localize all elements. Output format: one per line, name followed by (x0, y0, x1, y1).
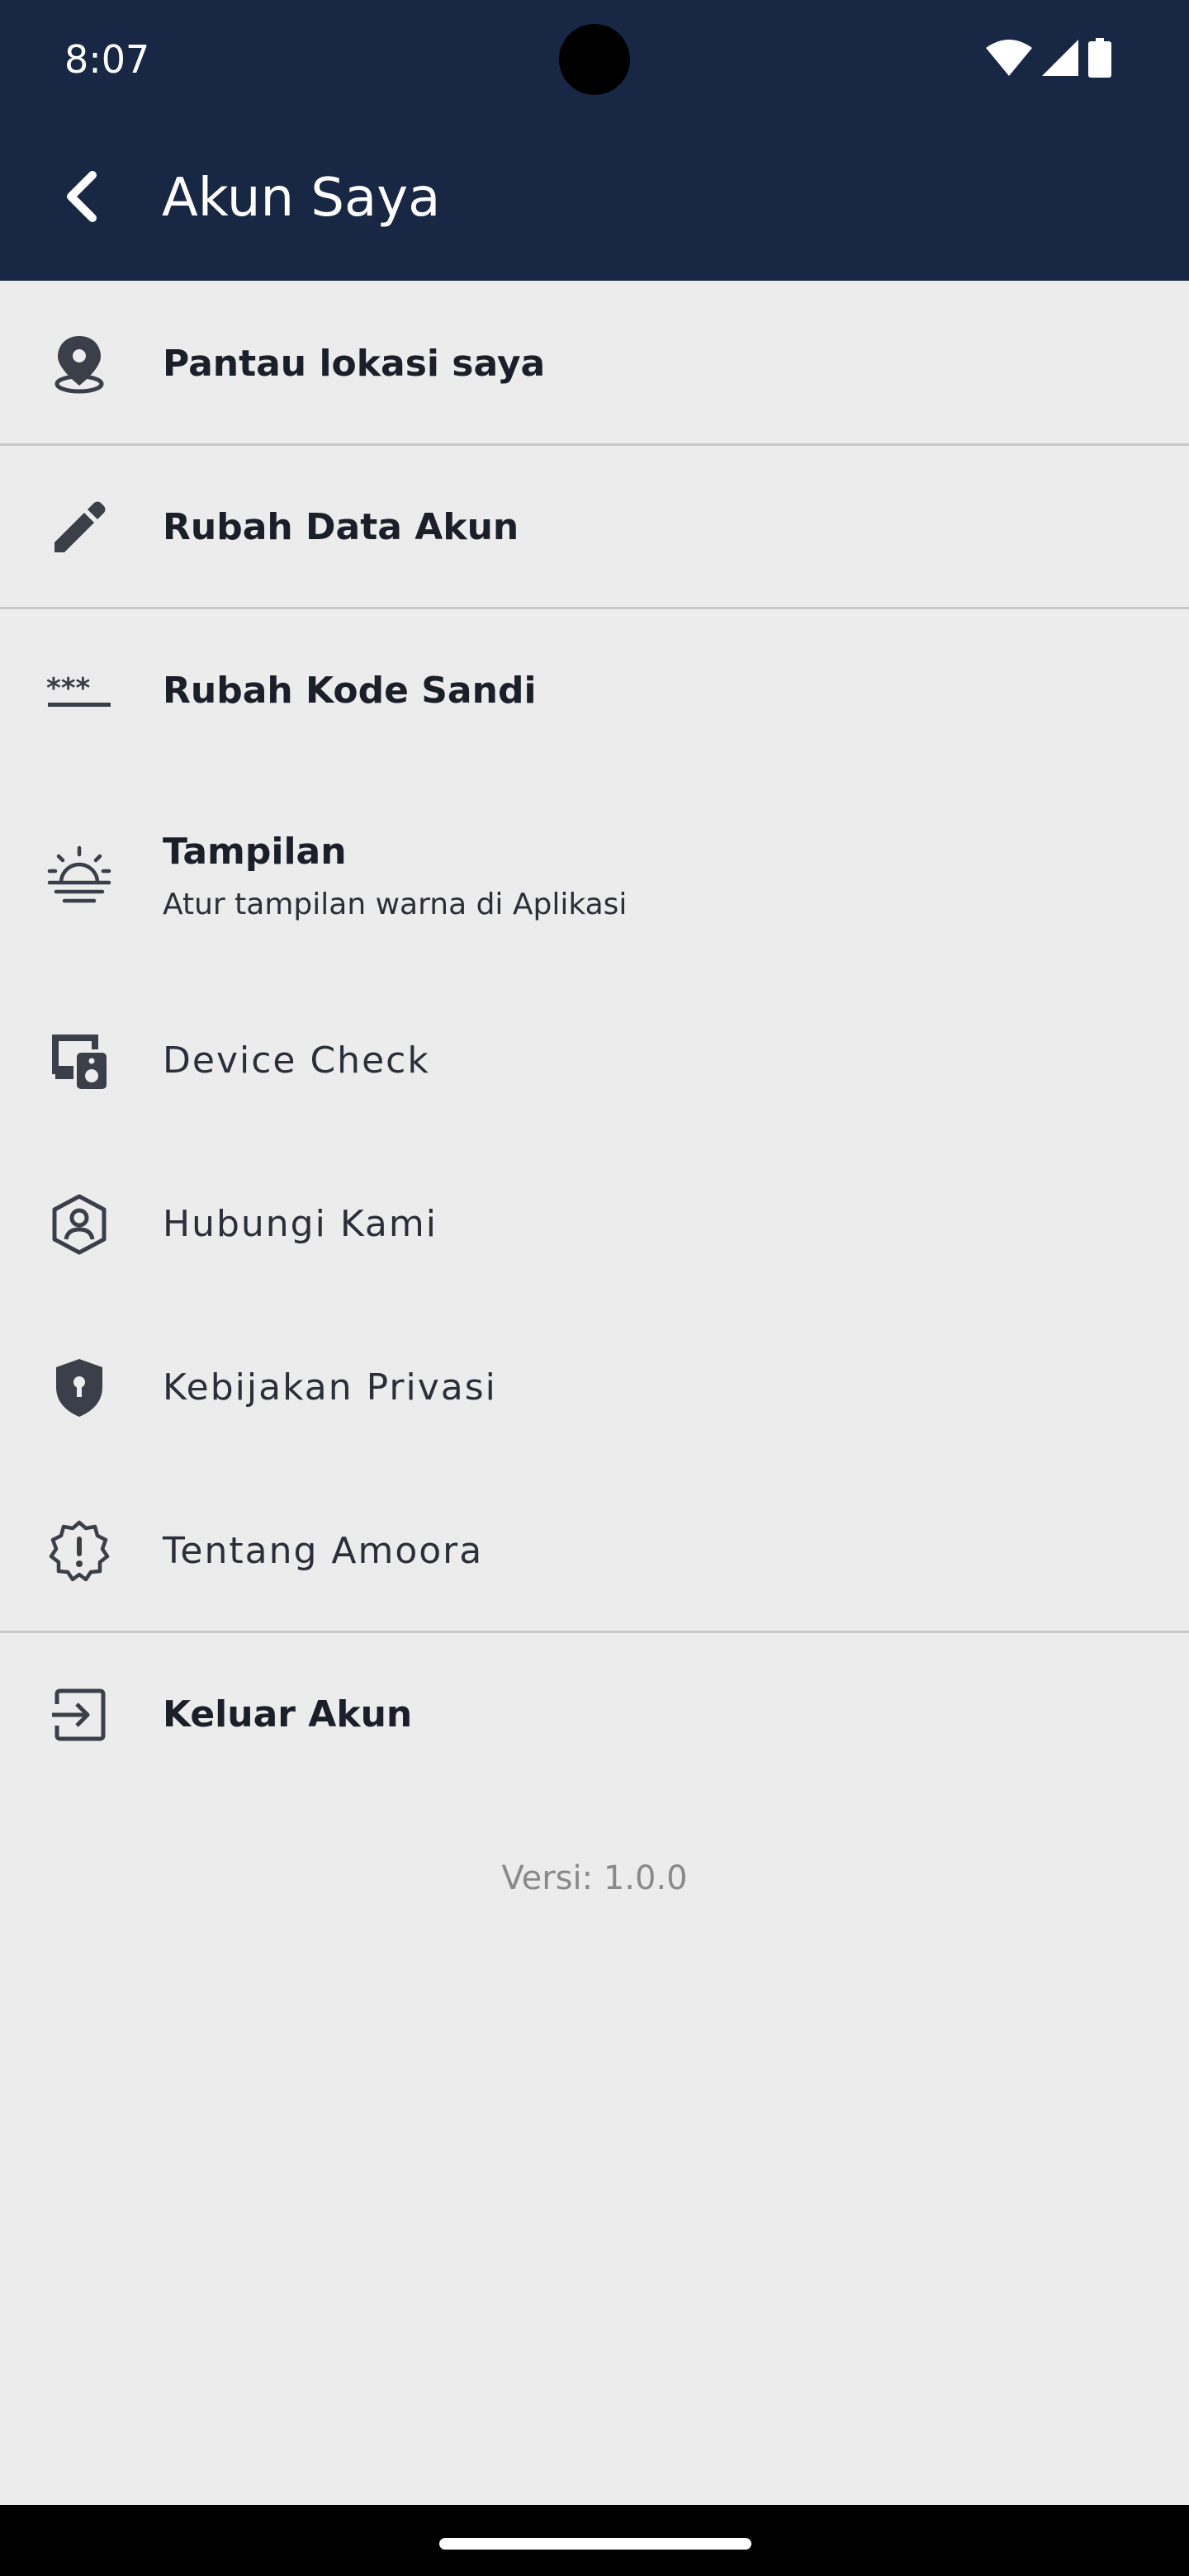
contact-shield-icon (46, 1191, 112, 1257)
menu-item-kebijakan-privasi[interactable]: Kebijakan Privasi (0, 1306, 1189, 1470)
menu-item-label: Rubah Kode Sandi (163, 670, 537, 712)
page-title: Akun Saya (162, 168, 441, 229)
menu-item-texts: Rubah Kode Sandi (163, 668, 537, 714)
menu-item-texts: Pantau lokasi saya (163, 341, 545, 387)
privacy-shield-icon (46, 1355, 112, 1421)
menu-item-texts: Tampilan Atur tampilan warna di Aplikasi (163, 829, 627, 923)
back-button[interactable] (41, 159, 121, 238)
menu-item-texts: Hubungi Kami (163, 1201, 438, 1248)
menu-item-label: Keluar Akun (163, 1693, 413, 1735)
menu-item-texts: Tentang Amoora (163, 1528, 483, 1574)
menu-item-tentang-amoora[interactable]: Tentang Amoora (0, 1470, 1189, 1633)
menu-item-texts: Rubah Data Akun (163, 504, 519, 551)
pencil-icon (46, 495, 112, 561)
sunrise-icon (46, 843, 112, 909)
app-header: 8:07 Akun Saya (0, 0, 1189, 281)
info-badge-icon (46, 1518, 112, 1584)
app-version: Versi: 1.0.0 (501, 1859, 688, 1897)
menu-item-device-check[interactable]: Device Check (0, 979, 1189, 1143)
menu-item-subtitle: Atur tampilan warna di Aplikasi (163, 888, 628, 921)
status-bar: 8:07 (0, 0, 1189, 116)
menu-item-label: Kebijakan Privasi (163, 1366, 497, 1409)
menu-item-label: Tentang Amoora (163, 1530, 484, 1572)
menu-item-rubah-data-akun[interactable]: Rubah Data Akun (0, 446, 1189, 609)
menu-item-rubah-kode-sandi[interactable]: *** Rubah Kode Sandi (0, 609, 1189, 773)
menu-item-pantau-lokasi[interactable]: Pantau lokasi saya (0, 282, 1189, 446)
status-time: 8:07 (64, 37, 150, 82)
menu-item-label: Pantau lokasi saya (163, 343, 546, 385)
menu-item-texts: Kebijakan Privasi (163, 1365, 497, 1411)
status-icons (986, 36, 1111, 83)
password-icon: *** (46, 658, 112, 724)
menu-item-label: Rubah Data Akun (163, 506, 519, 548)
menu-item-texts: Keluar Akun (163, 1692, 412, 1738)
signal-icon (1042, 39, 1078, 80)
toolbar: Akun Saya (0, 140, 1189, 256)
battery-icon (1088, 37, 1111, 82)
menu-item-label: Device Check (163, 1039, 430, 1082)
menu-item-keluar-akun[interactable]: Keluar Akun (0, 1633, 1189, 1797)
menu-item-label: Tampilan (163, 831, 347, 873)
camera-cutout (559, 24, 630, 95)
arrow-back-icon (61, 170, 101, 227)
menu-item-label: Hubungi Kami (163, 1203, 438, 1245)
menu-list: Pantau lokasi saya Rubah Data Akun *** R… (0, 282, 1189, 1797)
location-pin-icon (46, 331, 112, 397)
menu-item-tampilan[interactable]: Tampilan Atur tampilan warna di Aplikasi (0, 773, 1189, 979)
home-indicator[interactable] (439, 2538, 751, 2550)
menu-item-hubungi-kami[interactable]: Hubungi Kami (0, 1143, 1189, 1306)
menu-item-texts: Device Check (163, 1038, 430, 1084)
svg-text:***: *** (46, 673, 91, 705)
logout-icon (46, 1682, 112, 1748)
wifi-icon (986, 39, 1032, 80)
navigation-bar (0, 2505, 1189, 2576)
devices-icon (46, 1028, 112, 1094)
